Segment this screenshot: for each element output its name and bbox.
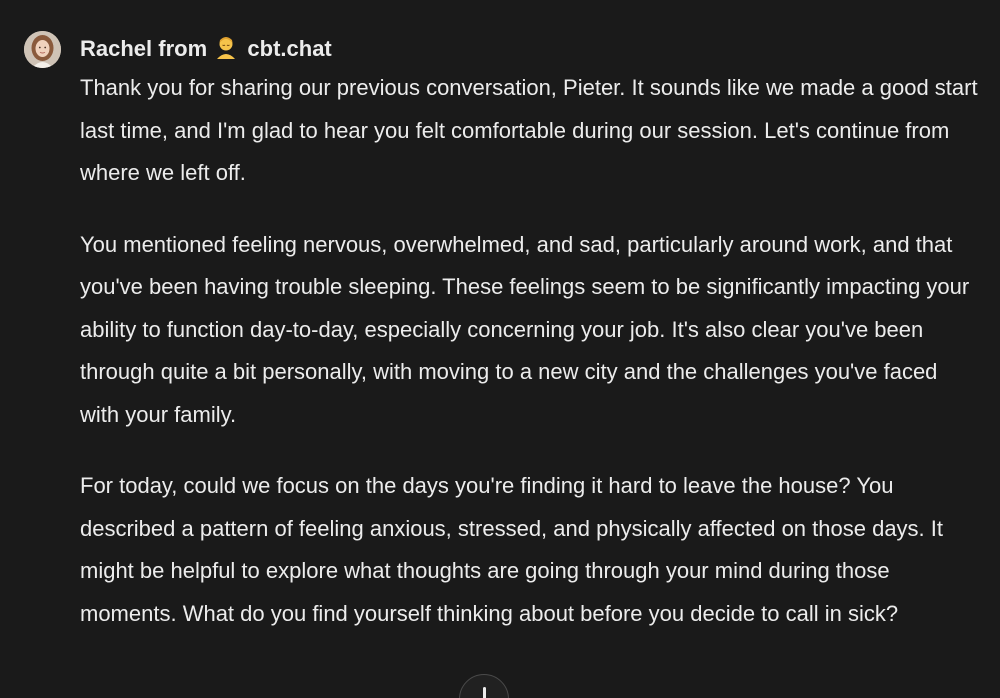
- woman-portrait-avatar-icon: [24, 31, 61, 68]
- sender-brand: cbt.chat: [247, 36, 332, 61]
- message-paragraph: You mentioned feeling nervous, overwhelm…: [80, 231, 970, 427]
- scroll-to-bottom-button[interactable]: [459, 674, 509, 698]
- message-paragraph: Thank you for sharing our previous conve…: [80, 75, 978, 185]
- message-body: Thank you for sharing our previous conve…: [80, 67, 980, 664]
- bust-in-gold-icon: [215, 35, 237, 66]
- avatar: [24, 31, 61, 68]
- arrow-down-icon: [483, 687, 486, 698]
- sender-name-text: Rachel from: [80, 36, 208, 61]
- sender-name: Rachel from cbt.chat: [80, 35, 332, 66]
- message-paragraph: For today, could we focus on the days yo…: [80, 473, 944, 626]
